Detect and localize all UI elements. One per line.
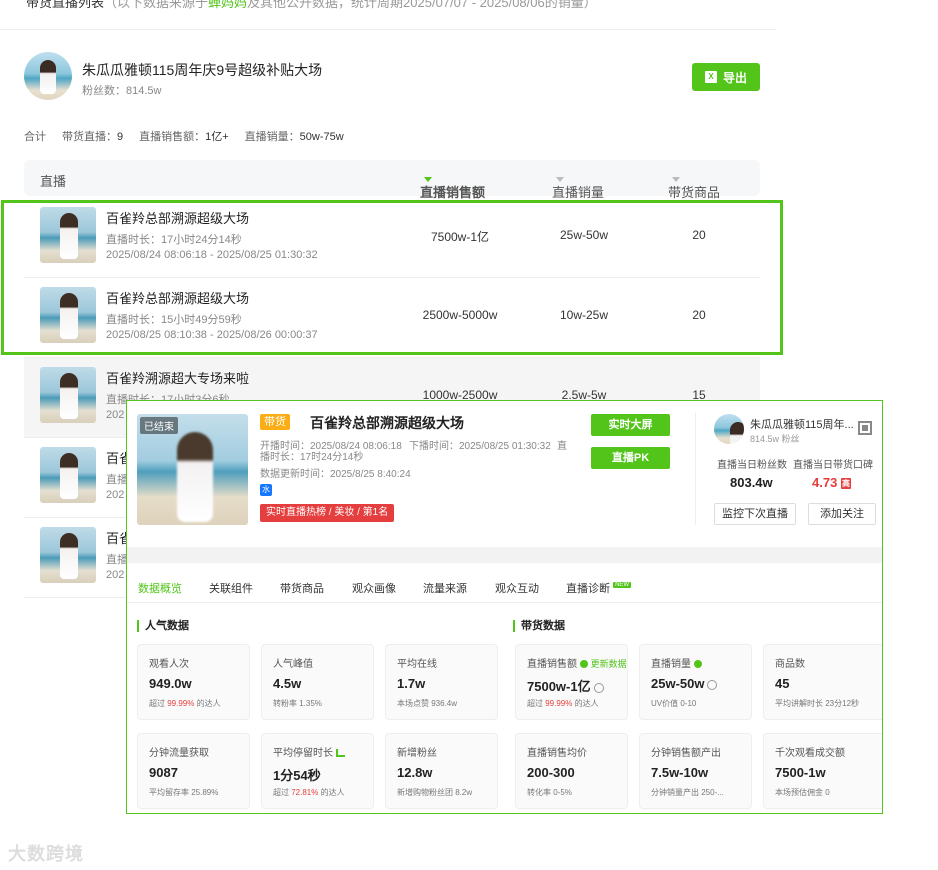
tab-audience[interactable]: 观众画像 [352,580,396,596]
col-sales-sort[interactable]: 直播销售额 [420,171,485,200]
cart-tag: 带货 [260,414,290,430]
metric-card: 直播销售额 更新数据 7500w-1亿 超过 99.99% 的达人 [515,644,628,720]
anchor-info: 朱瓜瓜雅顿115周年庆9号超级补贴大场 粉丝数：814.5w [24,52,764,102]
live-time: 202 [106,489,125,501]
anchor-fans: 粉丝数：814.5w [82,85,162,97]
col-live: 直播 [40,174,67,189]
metric-card: 直播销售均价 200-300 转化率 0-5% [515,733,628,809]
live-detail-popup: 已结束 带货 百雀羚总部溯源超级大场 开播时间：2025/08/24 08:06… [126,400,883,814]
tab-interaction[interactable]: 观众互动 [495,580,539,596]
metric-card: 平均停留时长 1分54秒 超过 72.81% 的达人 [261,733,374,809]
live-time: 202 [106,569,125,581]
metric-card: 观看人次 949.0w 超过 99.99% 的达人 [137,644,250,720]
goods-section-title: 带货数据 [513,620,565,632]
shield-icon [693,660,702,669]
live-time: 202 [106,409,125,421]
live-pk-button[interactable]: 直播PK [591,447,670,469]
summary-bar: 合计 带货直播：9 直播销售额：1亿+ 直播销量：50w-75w [24,131,344,143]
check-icon [579,660,588,669]
divider [695,413,696,525]
detail-tabs: 数据概览 关联组件 带货商品 观众画像 流量来源 观众互动 直播诊断 NEW [127,571,882,603]
chart-icon [336,749,345,758]
tab-goods[interactable]: 带货商品 [280,580,324,596]
end-time: 下播时间：2025/08/25 01:30:32 [409,441,551,452]
qr-code-icon[interactable] [858,421,872,435]
popup-anchor-name[interactable]: 朱瓜瓜雅顿115周年... [750,416,854,432]
ended-tag: 已结束 [140,417,178,434]
anchor-avatar[interactable] [24,52,72,100]
excel-icon: X [704,71,717,83]
metric-card: 平均在线 1.7w 本场点赞 936.4w [385,644,498,720]
water-badge: 水 [260,484,272,496]
popup-duration: 播时长：17时24分14秒 [260,452,364,463]
header-text: 带货直播列表（以下数据来源于蝉妈妈及其他公开数据，统计周期2025/07/07 … [26,0,597,10]
live-title[interactable]: 百雀羚溯源超大专场来啦 [106,368,249,387]
tab-diagnosis[interactable]: 直播诊断 NEW [566,580,632,596]
col-volume-sort[interactable]: 直播销量 [552,171,604,200]
metric-card: 分钟销售额产出 7.5w-10w 分钟销量产出 250-... [639,733,752,809]
live-thumbnail[interactable] [40,447,96,503]
section-separator [127,547,882,563]
page-header: 带货直播列表（以下数据来源于蝉妈妈及其他公开数据，统计周期2025/07/07 … [0,0,776,30]
tab-traffic[interactable]: 流量来源 [423,580,467,596]
monitor-next-button[interactable]: 监控下次直播 [714,503,796,525]
stat-reputation-value: 4.73 高 [812,475,851,490]
metric-card: 千次观看成交额 7500-1w 本场预估佣金 0 [763,733,882,809]
add-follow-button[interactable]: 添加关注 [808,503,876,525]
stat-reputation-label: 直播当日带货口碑 [793,460,873,471]
stat-fans-label: 直播当日粉丝数 [717,460,787,471]
metric-card: 分钟流量获取 9087 平均留存率 25.89% [137,733,250,809]
col-goods-sort[interactable]: 带货商品 [668,171,720,200]
table-header: 直播 直播销售额 直播销量 带货商品 [24,160,760,200]
popup-title: 百雀羚总部溯源超级大场 [310,415,464,431]
metric-card: 人气峰值 4.5w 转粉率 1.35% [261,644,374,720]
update-time: 数据更新时间：2025/8/25 8:40:24 [260,469,411,480]
live-cover: 已结束 [137,414,248,525]
highlight-frame [1,200,783,355]
info-icon [707,679,718,690]
live-duration: 直播 [106,554,128,566]
anchor-name[interactable]: 朱瓜瓜雅顿115周年庆9号超级补贴大场 [82,60,322,80]
live-duration-label: 直 [557,441,567,452]
metric-card: 商品数 45 平均讲解时长 23分12秒 [763,644,882,720]
live-thumbnail[interactable] [40,367,96,423]
info-icon [593,682,604,693]
watermark-logo: 大数跨境 [8,844,84,864]
popup-anchor-avatar[interactable] [714,414,744,444]
popularity-section-title: 人气数据 [137,620,189,632]
stat-fans-value: 803.4w [730,475,773,490]
realtime-screen-button[interactable]: 实时大屏 [591,414,670,436]
live-duration: 直播 [106,474,128,486]
metric-card: 直播销量 25w-50w UV价值 0-10 [639,644,752,720]
metric-card: 新增粉丝 12.8w 新增购物粉丝团 8.2w [385,733,498,809]
hot-rank-badge[interactable]: 实时直播热榜 / 美妆 / 第1名 [260,504,395,522]
export-button[interactable]: X 导出 [692,63,760,91]
popup-anchor-fans: 814.5w 粉丝 [750,434,800,444]
tab-overview[interactable]: 数据概览 [138,580,182,596]
live-thumbnail[interactable] [40,527,96,583]
tab-components[interactable]: 关联组件 [209,580,253,596]
